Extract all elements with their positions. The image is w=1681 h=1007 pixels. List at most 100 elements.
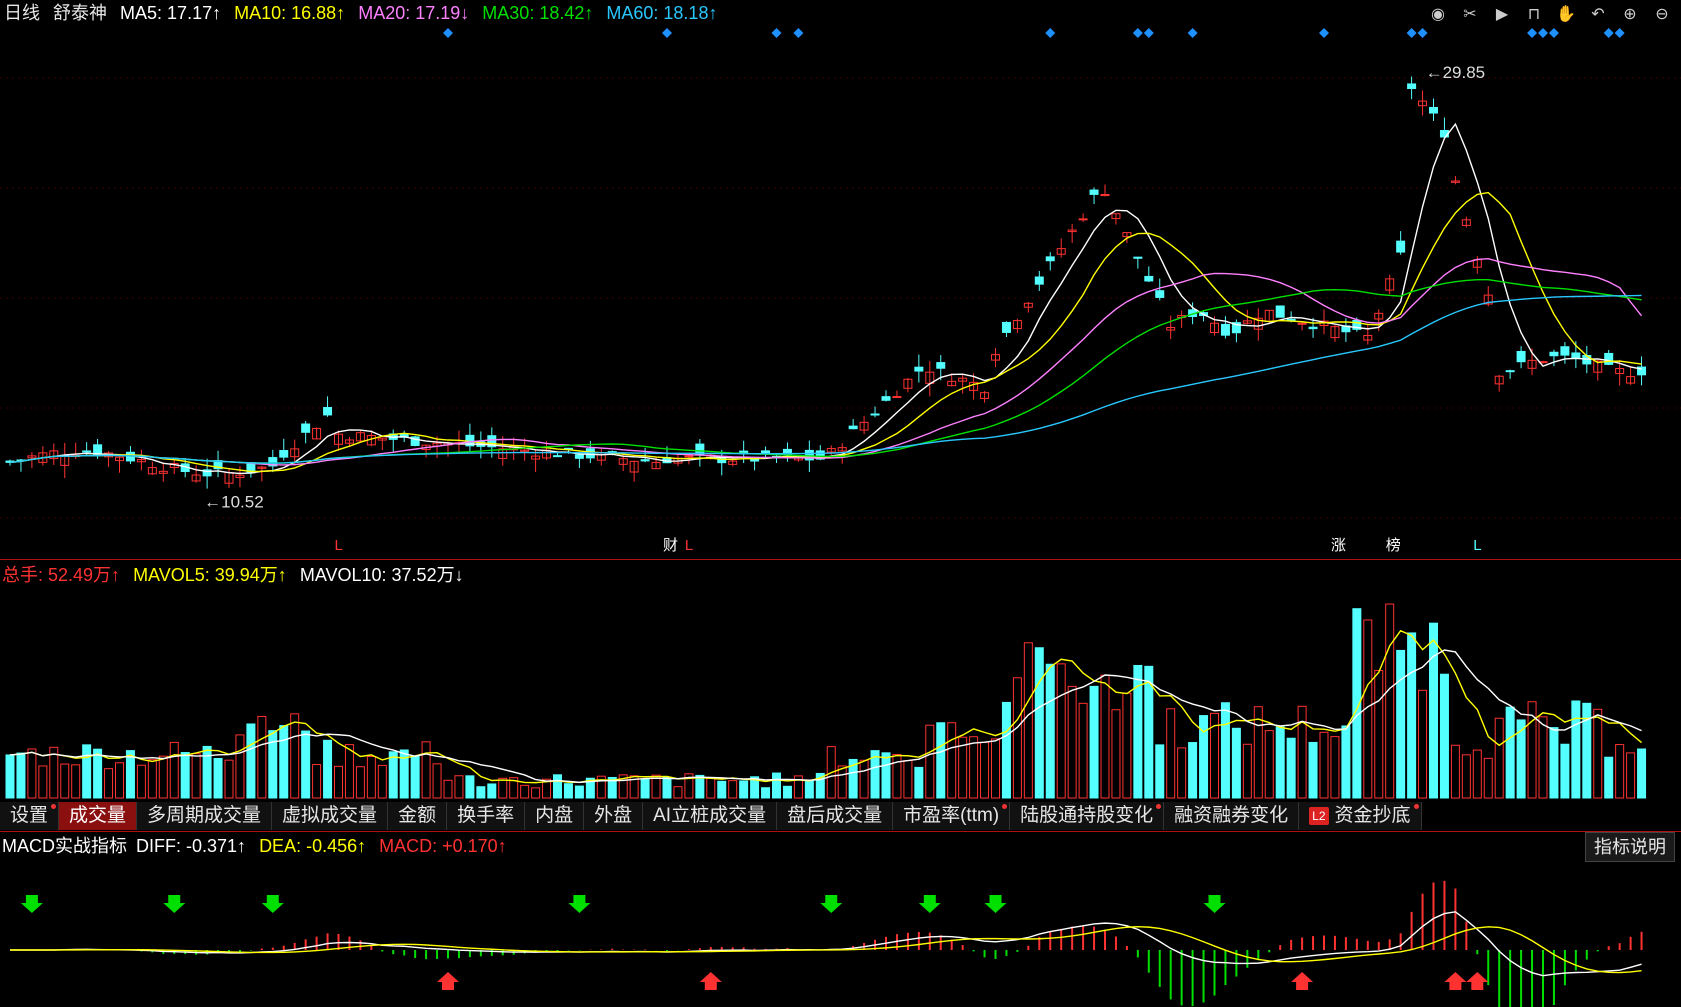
volume-bar xyxy=(1450,744,1460,799)
volume-bar xyxy=(1418,689,1428,799)
tab-3[interactable]: 虚拟成交量 xyxy=(272,802,389,830)
volume-bar xyxy=(1188,742,1198,799)
volume-bar xyxy=(706,778,716,799)
tab-0[interactable]: 设置 xyxy=(0,802,60,830)
volume-bar xyxy=(739,780,749,799)
tab-2[interactable]: 多周期成交量 xyxy=(137,802,273,830)
volume-bar xyxy=(728,780,738,799)
eye-icon[interactable]: ◉ xyxy=(1427,4,1449,26)
mavol10-label: MAVOL10: 37.52万↓ xyxy=(299,565,464,585)
high-price-label: ←29.85 xyxy=(1426,63,1486,82)
volume-bar xyxy=(1166,708,1176,799)
volume-bar xyxy=(936,722,946,799)
volume-chart[interactable] xyxy=(0,588,1681,800)
tab-dot xyxy=(51,804,57,809)
undo-icon[interactable]: ↶ xyxy=(1587,4,1609,26)
candle xyxy=(1220,323,1230,336)
candle xyxy=(1089,189,1099,195)
volume-bar xyxy=(1034,647,1044,799)
candle xyxy=(1516,350,1526,363)
volume-bar xyxy=(355,766,365,799)
volume-bar xyxy=(903,760,913,799)
candle xyxy=(1034,276,1044,285)
volume-bar xyxy=(498,777,508,799)
volume-bar xyxy=(563,783,573,799)
volume-bar xyxy=(1341,725,1351,799)
volume-bar xyxy=(432,763,442,799)
candle xyxy=(301,423,311,433)
zoom-out-icon[interactable]: ⊖ xyxy=(1651,4,1673,26)
volume-bar xyxy=(1483,757,1493,799)
scissors-icon[interactable]: ✂ xyxy=(1459,4,1481,26)
tab-10[interactable]: 市盈率(ttm) xyxy=(893,802,1011,830)
sell-arrow-icon xyxy=(918,895,941,913)
candle xyxy=(870,413,880,416)
tab-5[interactable]: 换手率 xyxy=(447,802,526,830)
candle xyxy=(1604,352,1614,365)
volume-bar xyxy=(662,776,672,799)
volume-bar xyxy=(169,741,179,799)
ma20-label: MA20: 17.19↓ xyxy=(358,3,470,23)
price-divider xyxy=(0,559,1681,560)
tab-4[interactable]: 金额 xyxy=(388,802,448,830)
volume-bar xyxy=(334,765,343,799)
tab-label: 多周期成交量 xyxy=(147,805,262,826)
ma60-label: MA60: 18.18↑ xyxy=(606,3,718,23)
volume-bar xyxy=(60,763,70,799)
tab-dot xyxy=(1002,804,1008,809)
tab-11[interactable]: 陆股通持股变化 xyxy=(1010,802,1165,830)
candle xyxy=(1001,321,1011,333)
tab-12[interactable]: 融资融券变化 xyxy=(1164,802,1300,830)
candle xyxy=(914,366,924,372)
tab-label: 外盘 xyxy=(594,805,633,826)
candle xyxy=(684,455,694,458)
tab-13[interactable]: L2 资金抄底 xyxy=(1299,802,1422,830)
dea-label: DEA: -0.456↑ xyxy=(259,836,367,856)
volume-bar xyxy=(82,744,92,799)
volume-bar xyxy=(1626,752,1636,799)
tab-label: 金额 xyxy=(398,805,437,826)
volume-bar xyxy=(947,722,957,799)
volume-total-label: 总手: 52.49万↑ xyxy=(2,565,121,585)
volume-bar xyxy=(158,755,168,799)
volume-bar xyxy=(1330,736,1340,799)
sell-arrow-icon xyxy=(1203,895,1226,913)
price-chart[interactable]: ←29.85←10.52L 财 L 涨榜 L xyxy=(0,28,1681,560)
candle xyxy=(1275,305,1285,318)
lock-icon[interactable]: ⊓ xyxy=(1523,4,1545,26)
volume-bar xyxy=(980,741,990,799)
tab-1[interactable]: 成交量 xyxy=(59,802,138,830)
volume-bar xyxy=(991,738,1000,799)
event-diamond-icon xyxy=(1417,28,1428,38)
volume-bar xyxy=(1089,685,1099,799)
volume-bar xyxy=(1078,702,1088,799)
sell-arrow-icon xyxy=(261,895,284,913)
tab-6[interactable]: 内盘 xyxy=(525,802,585,830)
volume-bar xyxy=(859,759,869,799)
period-label[interactable]: 日线 xyxy=(4,3,40,23)
play-icon[interactable]: ▶ xyxy=(1491,4,1513,26)
volume-bar xyxy=(1396,649,1406,799)
hand-icon[interactable]: ✋ xyxy=(1555,4,1577,26)
indicator-explain-button[interactable]: 指标说明 xyxy=(1585,832,1675,862)
volume-bar xyxy=(1275,726,1285,799)
tab-8[interactable]: AI立桩成交量 xyxy=(643,802,778,830)
event-diamond-icon xyxy=(1319,28,1329,38)
volume-bar xyxy=(1100,674,1110,799)
volume-bar xyxy=(104,768,114,799)
tab-9[interactable]: 盘后成交量 xyxy=(777,802,894,830)
volume-bar xyxy=(1023,642,1033,799)
macd-chart[interactable] xyxy=(0,862,1681,1007)
volume-bar xyxy=(1122,692,1132,799)
volume-bar xyxy=(1319,731,1329,799)
zoom-in-icon[interactable]: ⊕ xyxy=(1619,4,1641,26)
candle xyxy=(1407,83,1417,90)
candle xyxy=(323,406,333,416)
volume-bar xyxy=(1429,622,1438,799)
candle xyxy=(1133,256,1143,259)
ma5-line xyxy=(9,122,1642,475)
candle xyxy=(881,396,891,401)
tab-7[interactable]: 外盘 xyxy=(584,802,644,830)
volume-bar xyxy=(772,772,781,799)
volume-bar xyxy=(312,763,322,799)
